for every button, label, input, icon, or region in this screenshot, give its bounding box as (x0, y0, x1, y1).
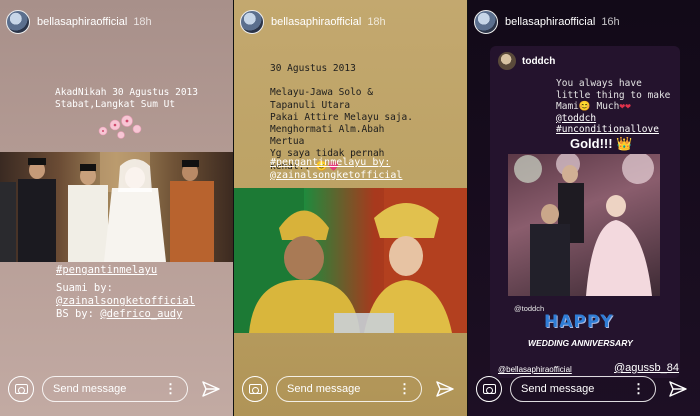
message-placeholder: Send message (53, 383, 127, 395)
emoji-icon: 😊 (578, 101, 591, 112)
mention-link[interactable]: @bellasaphiraofficial (498, 365, 572, 374)
camera-icon[interactable] (476, 376, 502, 402)
camera-icon[interactable] (242, 376, 268, 402)
timestamp: 18h (367, 16, 386, 28)
send-icon[interactable] (669, 380, 687, 398)
story-footer: Send message ⋮ (234, 372, 467, 416)
story-panel-3[interactable]: bellasaphiraofficial 16h toddch You alwa… (467, 0, 700, 416)
shared-post-header: toddch (498, 52, 555, 70)
wedding-photo-illustration (234, 188, 467, 333)
gold-text: Gold!!! 👑 (570, 136, 632, 152)
credits-block: #pengantinmelayu Suami by: @zainalsongke… (56, 264, 195, 321)
story-header: bellasaphiraofficial 18h (240, 9, 386, 35)
send-icon[interactable] (436, 380, 454, 398)
mention-link[interactable]: @zainalsongketofficial (270, 170, 402, 181)
shared-message: You always have little thing to make Mam… (556, 78, 676, 136)
cherry-blossom-icon (98, 115, 142, 139)
gold-label: Gold!!! (570, 136, 613, 151)
timestamp: 18h (133, 16, 152, 28)
message-placeholder: Send message (287, 383, 361, 395)
mention-link[interactable]: @agussb_84 (614, 362, 679, 374)
send-message-input[interactable]: Send message ⋮ (42, 376, 188, 402)
wedding-photo (0, 152, 233, 262)
mention-link[interactable]: @toddch (556, 113, 596, 124)
heart-icon: ❤❤ (619, 101, 631, 112)
avatar[interactable] (240, 10, 264, 34)
hashtag-link[interactable]: #unconditionallove (556, 124, 659, 135)
camera-icon[interactable] (8, 376, 34, 402)
username[interactable]: bellasaphiraofficial (271, 16, 361, 28)
wedding-photo (234, 188, 467, 333)
story-panel-1[interactable]: bellasaphiraofficial 18h AkadNikah 30 Ag… (0, 0, 233, 416)
crown-icon: 👑 (616, 136, 633, 151)
story-header: bellasaphiraofficial 16h (474, 9, 620, 35)
timestamp: 16h (601, 16, 620, 28)
couple-photo-illustration (514, 154, 654, 296)
more-dots-icon[interactable]: ⋮ (398, 377, 411, 401)
shared-message-tail: Much (596, 101, 620, 112)
shared-username[interactable]: toddch (522, 56, 555, 67)
send-icon[interactable] (202, 380, 220, 398)
photo-credit: @toddch (514, 304, 545, 313)
credits-block: #pengantinmelayu by: @zainalsongketoffic… (270, 157, 402, 182)
hashtag-link[interactable]: #pengantinmelayu by: (270, 157, 390, 168)
credit-label-1: Suami by: (56, 282, 113, 294)
caption-text: 30 Agustus 2013 Melayu-Jawa Solo & Tapan… (270, 63, 413, 172)
more-dots-icon[interactable]: ⋮ (632, 377, 645, 401)
story-caption: AkadNikah 30 Agustus 2013 Stabat,Langkat… (55, 87, 198, 110)
shared-post-card[interactable]: toddch You always have little thing to m… (490, 46, 680, 378)
anniversary-text: WEDDING ANNIVERSARY (528, 338, 633, 348)
story-footer: Send message ⋮ (468, 372, 700, 416)
mention-link[interactable]: @zainalsongketofficial (56, 295, 195, 307)
avatar[interactable] (6, 10, 30, 34)
credit-label-2: BS by: (56, 308, 94, 320)
mention-link[interactable]: @defrico_audy (100, 308, 182, 320)
message-placeholder: Send message (521, 383, 595, 395)
story-header: bellasaphiraofficial 18h (6, 9, 152, 35)
send-message-input[interactable]: Send message ⋮ (276, 376, 422, 402)
avatar[interactable] (498, 52, 516, 70)
story-footer: Send message ⋮ (0, 372, 233, 416)
couple-photo (508, 154, 660, 296)
username[interactable]: bellasaphiraofficial (505, 16, 595, 28)
avatar[interactable] (474, 10, 498, 34)
story-panel-2[interactable]: bellasaphiraofficial 18h 30 Agustus 2013… (233, 0, 467, 416)
happy-text: HAPPY (544, 312, 614, 332)
wedding-photo-illustration (0, 152, 214, 262)
more-dots-icon[interactable]: ⋮ (164, 377, 177, 401)
hashtag-link[interactable]: #pengantinmelayu (56, 264, 157, 276)
username[interactable]: bellasaphiraofficial (37, 16, 127, 28)
send-message-input[interactable]: Send message ⋮ (510, 376, 656, 402)
